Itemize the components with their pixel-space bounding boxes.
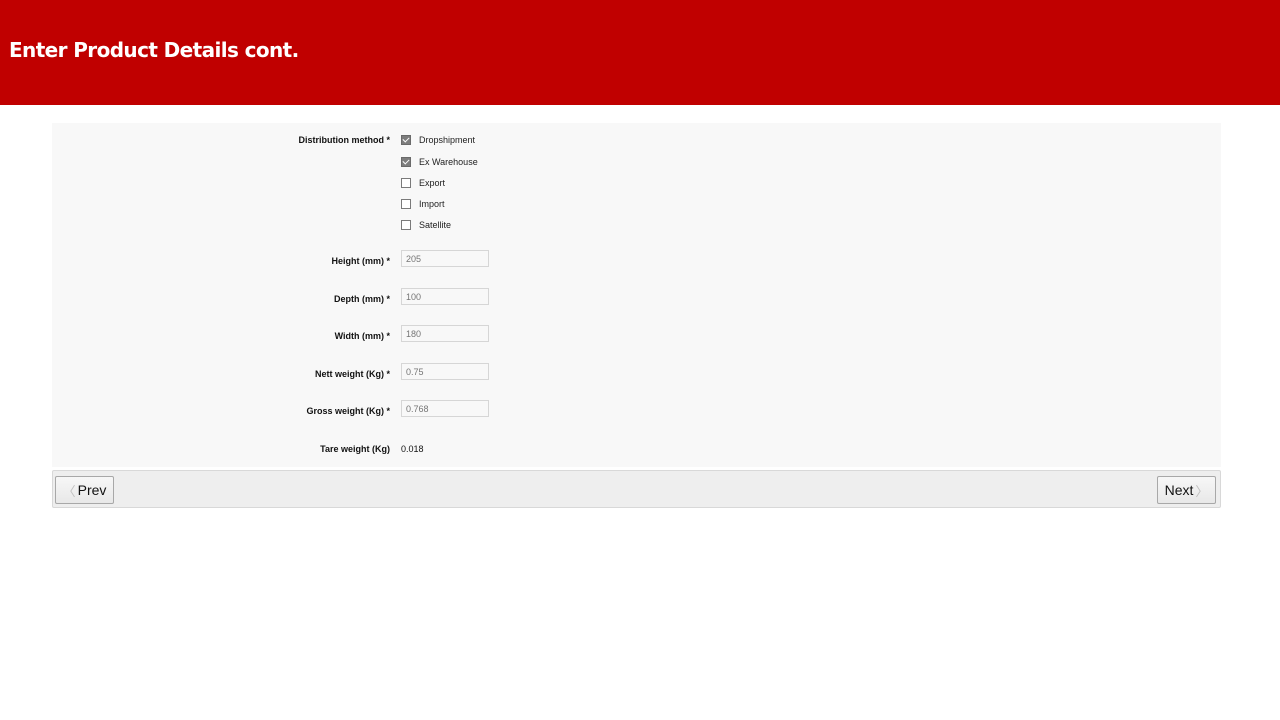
nett-weight-label: Nett weight (Kg) * [315,369,390,379]
tare-weight-value: 0.018 [401,444,424,454]
depth-label: Depth (mm) * [334,294,390,304]
checkbox-row-import[interactable]: Import [401,197,445,211]
checkbox-row-dropshipment[interactable]: Dropshipment [401,133,475,147]
depth-input[interactable] [401,288,489,305]
height-input[interactable] [401,250,489,267]
checkbox-row-ex-warehouse[interactable]: Ex Warehouse [401,155,478,169]
width-label: Width (mm) * [334,331,390,341]
checkbox-label-ex-warehouse[interactable]: Ex Warehouse [419,157,478,167]
checkbox-label-export[interactable]: Export [419,178,445,188]
prev-button[interactable]: 〈 Prev [55,476,114,504]
gross-weight-input[interactable] [401,400,489,417]
checkbox-label-satellite[interactable]: Satellite [419,220,451,230]
tare-weight-label: Tare weight (Kg) [320,444,390,454]
height-label: Height (mm) * [331,256,391,266]
checkbox-ex-warehouse[interactable] [401,157,411,167]
page-title: Enter Product Details cont. [9,38,299,62]
next-button[interactable]: Next 〉 [1157,476,1216,504]
gross-weight-label: Gross weight (Kg) * [306,406,390,416]
next-button-label: Next [1164,482,1194,498]
checkbox-export[interactable] [401,178,411,188]
distribution-method-label: Distribution method * [298,135,391,145]
product-details-form: Distribution method * Dropshipment Ex Wa… [52,123,1221,467]
nett-weight-input[interactable] [401,363,489,380]
checkbox-row-satellite[interactable]: Satellite [401,218,451,232]
chevron-right-icon: 〉 [1195,483,1209,499]
page-header: Enter Product Details cont. [0,0,1280,105]
chevron-left-icon: 〈 [62,483,76,499]
checkbox-import[interactable] [401,199,411,209]
wizard-nav-bar: 〈 Prev Next 〉 [52,470,1221,508]
checkbox-dropshipment[interactable] [401,135,411,145]
checkbox-row-export[interactable]: Export [401,176,445,190]
checkbox-label-import[interactable]: Import [419,199,445,209]
checkbox-satellite[interactable] [401,220,411,230]
checkbox-label-dropshipment[interactable]: Dropshipment [419,135,475,145]
width-input[interactable] [401,325,489,342]
prev-button-label: Prev [77,482,107,498]
